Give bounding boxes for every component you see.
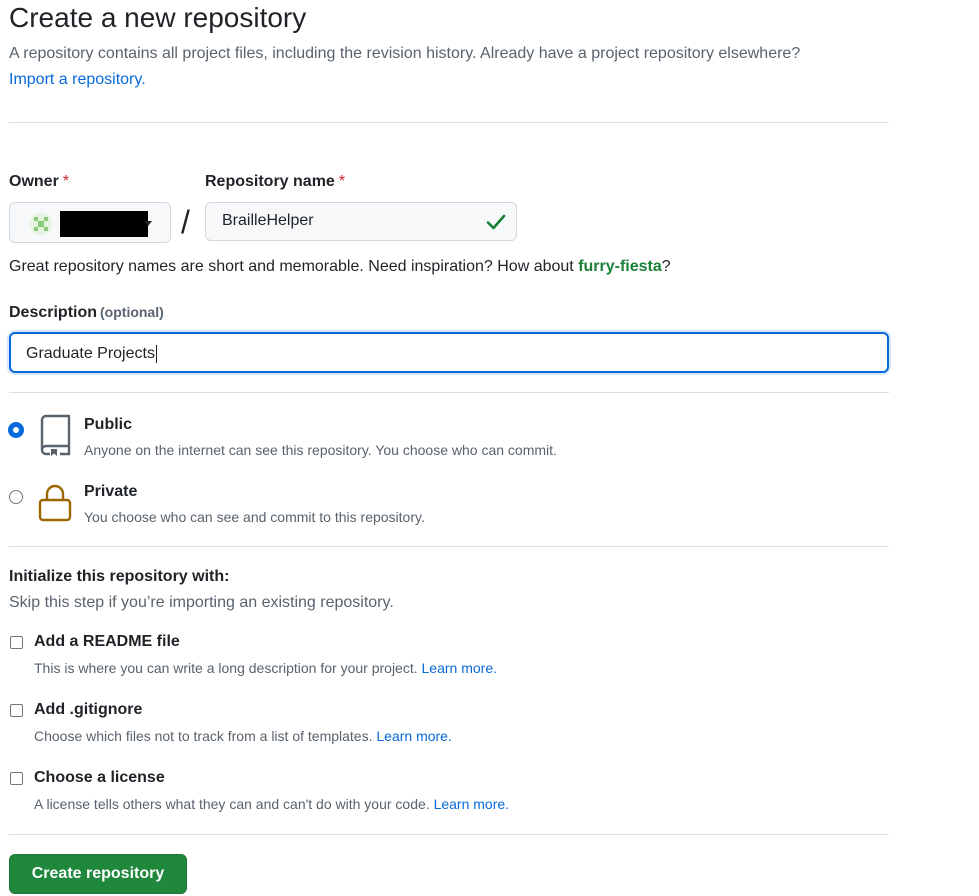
- description-value: Graduate Projects: [26, 345, 157, 363]
- license-title: Choose a license: [34, 769, 165, 786]
- required-mark: *: [338, 173, 346, 190]
- divider: [9, 546, 889, 547]
- public-radio[interactable]: [9, 423, 23, 437]
- gitignore-checkbox[interactable]: [10, 704, 23, 717]
- hint-text: Great repository names are short and mem…: [9, 258, 579, 275]
- readme-title: Add a README file: [34, 633, 180, 650]
- private-title: Private: [84, 483, 138, 500]
- gitignore-learn-more-link[interactable]: Learn more.: [376, 728, 451, 744]
- description-input[interactable]: Graduate Projects: [9, 332, 889, 373]
- import-repository-link[interactable]: Import a repository.: [9, 71, 146, 88]
- owner-label-text: Owner: [9, 173, 59, 190]
- repo-icon: [38, 414, 72, 461]
- repo-name-label: Repository name *: [205, 173, 345, 191]
- public-title: Public: [84, 416, 133, 433]
- repo-name-hint: Great repository names are short and mem…: [9, 258, 671, 276]
- lock-icon: [38, 484, 72, 529]
- private-radio[interactable]: [9, 490, 23, 504]
- license-note-text: A license tells others what they can and…: [34, 796, 430, 812]
- required-mark: *: [62, 173, 70, 190]
- license-note: A license tells others what they can and…: [34, 796, 509, 812]
- gitignore-note-text: Choose which files not to track from a l…: [34, 728, 373, 744]
- license-learn-more-link[interactable]: Learn more.: [434, 796, 509, 812]
- owner-label: Owner *: [9, 173, 69, 191]
- owner-repo-separator: /: [181, 204, 190, 240]
- readme-checkbox[interactable]: [10, 636, 23, 649]
- hint-suffix: ?: [661, 258, 671, 275]
- initialize-subtitle: Skip this step if you’re importing an ex…: [9, 594, 394, 611]
- private-note: You choose who can see and commit to thi…: [84, 509, 425, 525]
- repo-name-label-text: Repository name: [205, 173, 335, 190]
- avatar: [30, 213, 52, 235]
- repo-name-value: BrailleHelper: [222, 212, 314, 229]
- optional-tag: (optional): [100, 304, 164, 320]
- name-suggestion[interactable]: furry-fiesta: [578, 258, 662, 275]
- check-icon: [486, 213, 506, 236]
- page-title: Create a new repository: [9, 2, 307, 33]
- divider: [9, 122, 889, 123]
- divider: [9, 392, 889, 393]
- page-subtitle: A repository contains all project files,…: [9, 41, 889, 93]
- repo-name-input[interactable]: BrailleHelper: [205, 202, 517, 241]
- subtitle-text: A repository contains all project files,…: [9, 45, 801, 62]
- divider: [9, 834, 889, 835]
- description-label: Description (optional): [9, 304, 164, 322]
- owner-select[interactable]: [9, 202, 171, 243]
- chevron-down-icon: [144, 221, 152, 226]
- readme-learn-more-link[interactable]: Learn more.: [422, 660, 497, 676]
- public-note: Anyone on the internet can see this repo…: [84, 442, 557, 458]
- create-repository-button[interactable]: Create repository: [9, 854, 187, 894]
- redacted-owner-name: [60, 211, 148, 237]
- description-label-text: Description: [9, 304, 98, 321]
- license-checkbox[interactable]: [10, 772, 23, 785]
- initialize-title: Initialize this repository with:: [9, 568, 230, 585]
- readme-note-text: This is where you can write a long descr…: [34, 660, 418, 676]
- gitignore-title: Add .gitignore: [34, 701, 143, 718]
- gitignore-note: Choose which files not to track from a l…: [34, 728, 452, 744]
- readme-note: This is where you can write a long descr…: [34, 660, 497, 676]
